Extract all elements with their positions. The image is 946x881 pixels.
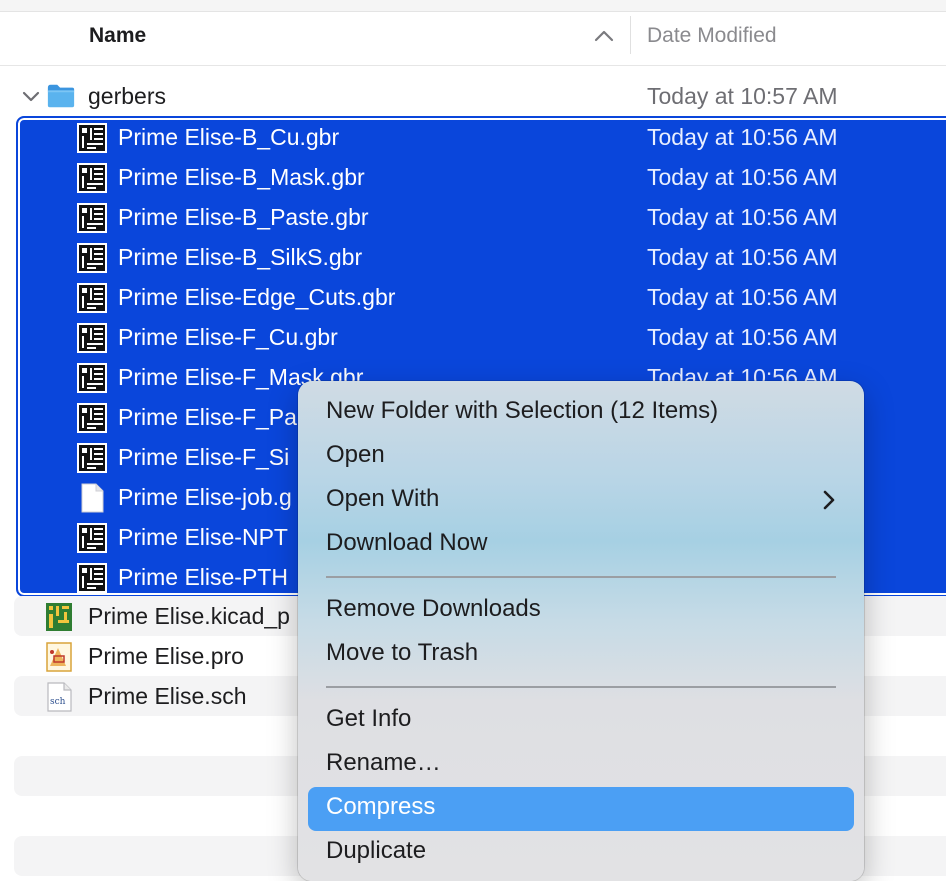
selected-file-row[interactable]: Prime Elise-F_Cu.gbr Today at 10:56 AM	[16, 318, 946, 358]
file-name: Prime Elise-F_Si	[118, 444, 290, 470]
selected-file-row[interactable]: Prime Elise-Edge_Cuts.gbr Today at 10:56 …	[16, 278, 946, 318]
document-icon	[76, 482, 108, 514]
column-header: Name Date Modified	[0, 12, 946, 66]
file-name: Prime Elise-B_SilkS.gbr	[118, 244, 363, 270]
file-name: Prime Elise.kicad_p	[88, 603, 290, 629]
file-name: Prime Elise-PTH	[118, 564, 288, 590]
folder-icon	[47, 84, 75, 108]
menu-item-duplicate[interactable]: Duplicate	[308, 831, 854, 875]
menu-item-label: Rename…	[326, 749, 441, 776]
folder-name: gerbers	[88, 83, 166, 109]
menu-item-new-folder-with-selection[interactable]: New Folder with Selection (12 Items)	[308, 391, 854, 435]
file-name: Prime Elise-NPT	[118, 524, 288, 550]
selected-file-row[interactable]: Prime Elise-B_Paste.gbr Today at 10:56 AM	[16, 198, 946, 238]
menu-item-compress[interactable]: Compress	[308, 787, 854, 831]
menu-item-label: Open With	[326, 485, 440, 512]
gerber-file-icon	[76, 122, 108, 154]
submenu-chevron-right-icon	[823, 490, 835, 510]
gerber-file-icon	[76, 202, 108, 234]
file-name: Prime Elise.pro	[88, 643, 244, 669]
selected-file-row[interactable]: Prime Elise-B_Cu.gbr Today at 10:56 AM	[16, 118, 946, 158]
folder-row-gerbers[interactable]: gerbers Today at 10:57 AM	[14, 76, 946, 116]
file-date: Today at 10:56 AM	[647, 124, 838, 150]
disclosure-chevron-down-icon[interactable]	[20, 89, 42, 105]
menu-item-move-to-trash[interactable]: Move to Trash	[308, 633, 854, 677]
sort-ascending-chevron-icon[interactable]	[593, 28, 615, 44]
menu-item-label: Duplicate	[326, 837, 427, 864]
file-date: Today at 10:56 AM	[647, 284, 838, 310]
gerber-file-icon	[76, 242, 108, 274]
gerber-file-icon	[76, 562, 108, 594]
menu-separator	[326, 686, 836, 688]
file-name: Prime Elise-F_Cu.gbr	[118, 324, 338, 350]
folder-date: Today at 10:57 AM	[647, 83, 838, 109]
context-menu: New Folder with Selection (12 Items) Ope…	[298, 381, 864, 881]
gerber-file-icon	[76, 322, 108, 354]
gerber-file-icon	[76, 522, 108, 554]
file-name: Prime Elise-F_Pa	[118, 404, 297, 430]
svg-text:sch: sch	[50, 697, 66, 707]
selected-file-row[interactable]: Prime Elise-B_SilkS.gbr Today at 10:56 AM	[16, 238, 946, 278]
menu-item-label: Open	[326, 441, 385, 468]
menu-item-open-with[interactable]: Open With	[308, 479, 854, 523]
name-column-header[interactable]: Name	[89, 24, 146, 48]
column-divider[interactable]	[630, 16, 631, 54]
file-name: Prime Elise-job.g	[118, 484, 292, 510]
menu-item-label: Download Now	[326, 529, 488, 556]
file-date: Today at 10:56 AM	[647, 204, 838, 230]
file-name: Prime Elise-B_Mask.gbr	[118, 164, 365, 190]
kicad-pcb-icon	[46, 603, 72, 631]
menu-item-open[interactable]: Open	[308, 435, 854, 479]
gerber-file-icon	[76, 162, 108, 194]
file-date: Today at 10:56 AM	[647, 324, 838, 350]
menu-item-label: Compress	[326, 793, 436, 820]
file-name: Prime Elise-Edge_Cuts.gbr	[118, 284, 396, 310]
file-name: Prime Elise-B_Cu.gbr	[118, 124, 340, 150]
file-name: Prime Elise.sch	[88, 683, 247, 709]
gerber-file-icon	[76, 362, 108, 394]
menu-item-get-info[interactable]: Get Info	[308, 699, 854, 743]
menu-item-label: Move to Trash	[326, 639, 479, 666]
sch-file-icon: sch	[47, 682, 72, 712]
file-name: Prime Elise-B_Paste.gbr	[118, 204, 369, 230]
menu-separator	[326, 576, 836, 578]
menu-item-label: Get Info	[326, 705, 412, 732]
file-date: Today at 10:56 AM	[647, 164, 838, 190]
file-date: Today at 10:56 AM	[647, 244, 838, 270]
date-modified-column-header[interactable]: Date Modified	[647, 24, 777, 48]
menu-item-download-now[interactable]: Download Now	[308, 523, 854, 567]
menu-item-label: Remove Downloads	[326, 595, 541, 622]
gerber-file-icon	[76, 402, 108, 434]
gerber-file-icon	[76, 282, 108, 314]
selected-file-row[interactable]: Prime Elise-B_Mask.gbr Today at 10:56 AM	[16, 158, 946, 198]
menu-item-label: New Folder with Selection (12 Items)	[326, 397, 719, 424]
toolbar-edge	[0, 0, 946, 12]
menu-item-remove-downloads[interactable]: Remove Downloads	[308, 589, 854, 633]
kicad-project-icon	[46, 642, 72, 672]
menu-item-rename[interactable]: Rename…	[308, 743, 854, 787]
gerber-file-icon	[76, 442, 108, 474]
